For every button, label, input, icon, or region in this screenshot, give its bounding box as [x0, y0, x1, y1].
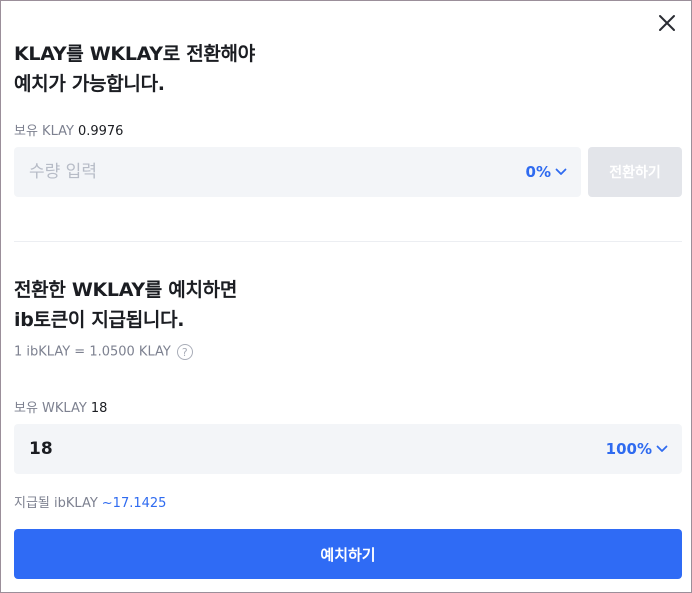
klay-percent-value: 0% [525, 163, 551, 181]
help-icon[interactable]: ? [176, 344, 193, 360]
deposit-title-line2: ib토큰이 지급됩니다. [14, 309, 185, 331]
wklay-balance-value: 18 [90, 401, 108, 416]
exchange-rate: 1 ibKLAY = 1.0500 KLAY? [14, 344, 193, 360]
deposit-title-line1: 전환한 WKLAY를 예치하면 [14, 279, 238, 301]
receive-amount: 지급될 ibKLAY ~17.1425 [14, 492, 166, 511]
wklay-amount-input[interactable]: 18 100% [14, 424, 682, 474]
klay-amount-placeholder: 수량 입력 [29, 162, 97, 182]
receive-label: 지급될 ibKLAY [14, 496, 98, 511]
chevron-down-icon [656, 445, 668, 452]
wklay-percent-value: 100% [605, 440, 652, 458]
convert-title-line2: 예치가 가능합니다. [14, 73, 165, 95]
wklay-balance-label: 보유 WKLAY [14, 401, 87, 416]
klay-balance-value: 0.9976 [77, 124, 124, 139]
exchange-rate-text: 1 ibKLAY = 1.0500 KLAY [14, 344, 171, 360]
wklay-balance: 보유 WKLAY 18 [14, 397, 107, 416]
convert-title-line1: KLAY를 WKLAY로 전환해야 [14, 43, 255, 65]
klay-percent-dropdown[interactable]: 0% [526, 147, 567, 197]
convert-button[interactable]: 전환하기 [588, 147, 682, 197]
deposit-button[interactable]: 예치하기 [14, 529, 682, 579]
deposit-title: 전환한 WKLAY를 예치하면 ib토큰이 지급됩니다. [14, 275, 237, 335]
convert-title: KLAY를 WKLAY로 전환해야 예치가 가능합니다. [14, 39, 255, 99]
close-icon[interactable] [657, 13, 677, 33]
klay-balance-label: 보유 KLAY [14, 124, 74, 139]
chevron-down-icon [555, 168, 567, 175]
deposit-modal: KLAY를 WKLAY로 전환해야 예치가 가능합니다. 보유 KLAY 0.99… [0, 0, 692, 593]
klay-amount-input[interactable]: 수량 입력 0% [14, 147, 581, 197]
klay-balance: 보유 KLAY 0.9976 [14, 120, 123, 139]
wklay-percent-dropdown[interactable]: 100% [606, 424, 668, 474]
wklay-amount-value: 18 [29, 439, 53, 459]
receive-value: ~17.1425 [101, 496, 167, 511]
section-divider [14, 241, 682, 242]
